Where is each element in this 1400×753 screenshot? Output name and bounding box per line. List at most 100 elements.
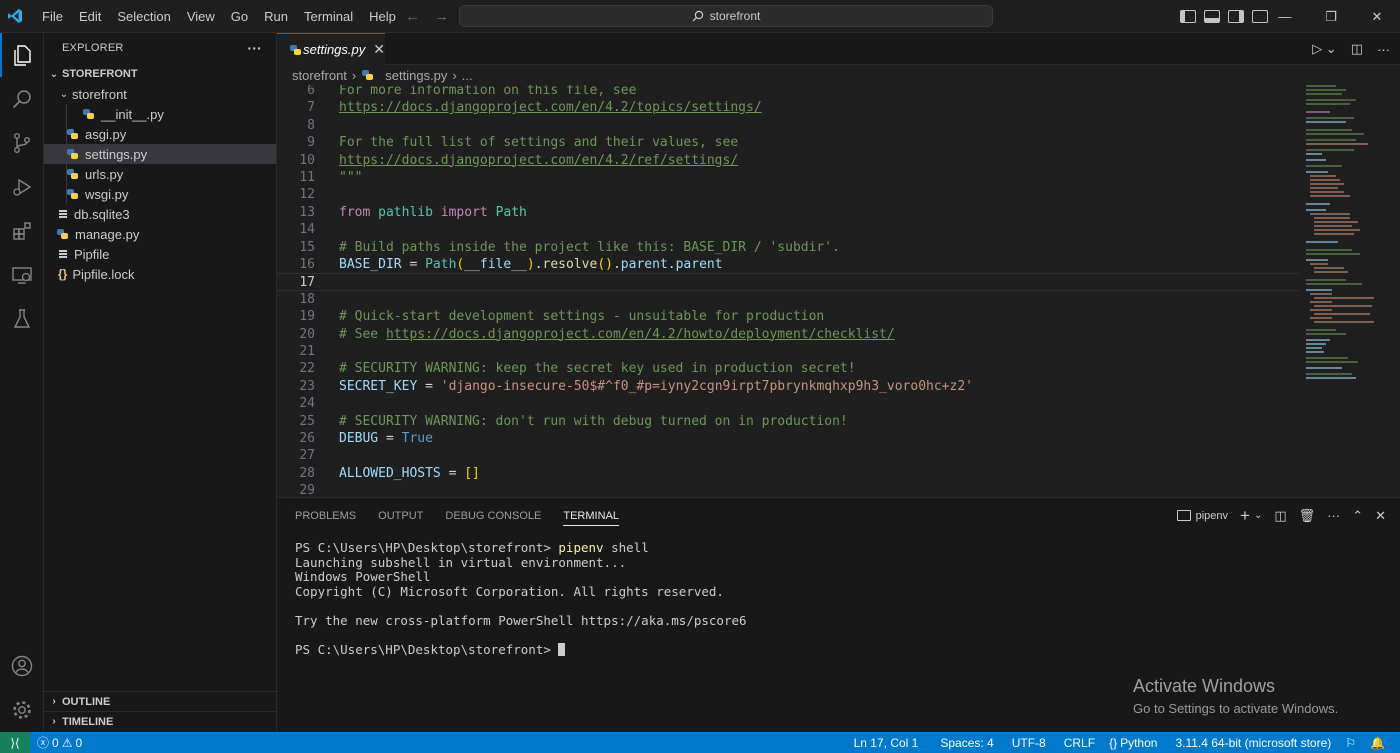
terminal-output[interactable]: PS C:\Users\HP\Desktop\storefront> pipen… (295, 540, 747, 658)
language-mode[interactable]: {} Python (1102, 736, 1164, 750)
tree-item-pipfile-lock[interactable]: {} Pipfile.lock (44, 264, 276, 284)
panel-tabs: PROBLEMS OUTPUT DEBUG CONSOLE TERMINAL (295, 498, 619, 533)
code-line: 22 # SECURITY WARNING: keep the secret ke… (299, 361, 856, 377)
tab-terminal[interactable]: TERMINAL (563, 510, 619, 526)
breadcrumb-folder[interactable]: storefront (292, 68, 347, 83)
close-icon[interactable]: ✕ (373, 41, 385, 58)
language-label: Python (1120, 735, 1158, 750)
panel-actions: pipenv + ⌄ ◫ 🗑 ··· ⌃ ✕ (1176, 498, 1386, 533)
split-editor-icon[interactable]: ◫ (1351, 41, 1363, 57)
minimap[interactable] (1304, 85, 1388, 497)
arrow-right-icon[interactable]: → (434, 8, 449, 25)
line-ending[interactable]: CRLF (1057, 736, 1102, 750)
menu-terminal[interactable]: Terminal (296, 0, 361, 33)
menu-edit[interactable]: Edit (71, 0, 109, 33)
arrow-left-icon[interactable]: ← (405, 8, 420, 25)
maximize-panel-icon[interactable]: ⌃ (1352, 508, 1363, 524)
chevron-down-icon[interactable]: ⌄ (1254, 510, 1262, 521)
search-icon[interactable] (0, 77, 44, 121)
remote-explorer-icon[interactable] (0, 253, 44, 297)
tab-problems[interactable]: PROBLEMS (295, 510, 356, 522)
folder-label: storefront (72, 86, 127, 102)
minimize-icon[interactable]: — (1262, 0, 1308, 33)
split-terminal-icon[interactable]: ◫ (1274, 508, 1286, 524)
extensions-icon[interactable] (0, 209, 44, 253)
terminal-line: Launching subshell in virtual environmen… (295, 554, 627, 570)
tree-item-wsgi[interactable]: wsgi.py (44, 184, 276, 204)
explorer-icon[interactable] (0, 33, 44, 77)
terminal-instance-label: pipenv (1195, 509, 1229, 522)
tree-item-urls[interactable]: urls.py (44, 164, 276, 184)
close-window-icon[interactable]: ✕ (1354, 0, 1400, 33)
tab-debug-console[interactable]: DEBUG CONSOLE (445, 510, 541, 522)
tree-item-init[interactable]: __init__.py (44, 104, 276, 124)
status-bar-right: Ln 17, Col 1 Spaces: 4 UTF-8 CRLF {} Pyt… (847, 732, 1392, 753)
accounts-icon[interactable] (0, 644, 44, 688)
new-terminal-plus-icon[interactable]: + (1240, 506, 1250, 526)
breadcrumb-file[interactable]: settings.py (385, 68, 447, 83)
run-python-file-icon[interactable]: ▷ ⌄ (1312, 41, 1337, 57)
close-panel-icon[interactable]: ✕ (1375, 508, 1386, 524)
menu-file[interactable]: File (34, 0, 71, 33)
vscode-logo-icon (0, 0, 30, 33)
manage-gear-icon[interactable] (0, 688, 44, 732)
feedback-icon[interactable]: ⚐ (1338, 736, 1363, 750)
code-editor[interactable]: 6 For more information on this file, see … (277, 85, 1400, 497)
command-center[interactable]: storefront (459, 5, 993, 27)
outline-section[interactable]: › OUTLINE (44, 691, 276, 711)
tree-item-pipfile[interactable]: Pipfile (44, 244, 276, 264)
more-actions-icon[interactable]: ··· (1327, 508, 1340, 523)
maximize-icon[interactable]: ❐ (1308, 0, 1354, 33)
menu-view[interactable]: View (179, 0, 223, 33)
python-file-icon (289, 44, 302, 56)
tab-settings-py[interactable]: settings.py ✕ (277, 33, 385, 65)
source-control-icon[interactable] (0, 121, 44, 165)
search-icon (692, 10, 703, 22)
tree-item-db[interactable]: db.sqlite3 (44, 204, 276, 224)
encoding[interactable]: UTF-8 (1005, 736, 1053, 750)
menu-go[interactable]: Go (223, 0, 256, 33)
menu-run[interactable]: Run (256, 0, 296, 33)
docs-link[interactable]: https://docs.djangoproject.com/en/4.2/ho… (386, 327, 895, 342)
terminal-icon (1176, 510, 1191, 521)
notifications-bell-icon[interactable]: 🔔 (1363, 736, 1392, 750)
python-interpreter[interactable]: 3.11.4 64-bit (microsoft store) (1168, 736, 1338, 750)
run-debug-icon[interactable] (0, 165, 44, 209)
indent-guide (66, 104, 67, 124)
tree-item-settings[interactable]: settings.py (44, 144, 276, 164)
indentation[interactable]: Spaces: 4 (933, 736, 1000, 750)
code-line: 25 # SECURITY WARNING: don't run with deb… (299, 413, 848, 429)
toggle-secondary-sidebar-icon[interactable] (1228, 10, 1244, 23)
terminal-instance[interactable]: pipenv (1176, 509, 1229, 522)
docs-link[interactable]: https://docs.djangoproject.com/en/4.2/to… (339, 100, 762, 115)
cursor-position[interactable]: Ln 17, Col 1 (847, 736, 926, 750)
breadcrumb-symbol[interactable]: ... (462, 68, 473, 83)
watermark-subtitle: Go to Settings to activate Windows. (1133, 701, 1339, 716)
toggle-primary-sidebar-icon[interactable] (1180, 10, 1196, 23)
menu-help[interactable]: Help (361, 0, 404, 33)
tree-item-manage[interactable]: manage.py (44, 224, 276, 244)
timeline-section[interactable]: › TIMELINE (44, 711, 276, 731)
toggle-panel-icon[interactable] (1204, 10, 1220, 23)
menu-selection[interactable]: Selection (109, 0, 178, 33)
more-actions-icon[interactable]: ··· (1377, 42, 1390, 57)
more-actions-icon[interactable]: ··· (247, 40, 262, 56)
chevron-right-icon: › (351, 67, 357, 83)
terminal-prompt: PS C:\Users\HP\Desktop\storefront> (295, 540, 559, 555)
trash-icon[interactable]: 🗑 (1299, 508, 1316, 524)
workspace-root[interactable]: ⌄ STOREFRONT (44, 64, 276, 84)
folder-storefront[interactable]: ⌄ storefront (44, 84, 276, 104)
docs-link[interactable]: https://docs.djangoproject.com/en/4.2/re… (339, 153, 738, 168)
tree-item-asgi[interactable]: asgi.py (44, 124, 276, 144)
status-bar: ⟩⟨ ⓧ 0 ⚠ 0 Ln 17, Col 1 Spaces: 4 UTF-8 … (0, 732, 1400, 753)
python-file-icon (66, 188, 80, 200)
tab-output[interactable]: OUTPUT (378, 510, 423, 522)
tree-item-label: settings.py (85, 146, 148, 162)
testing-icon[interactable] (0, 297, 44, 341)
warning-count: 0 (75, 735, 83, 750)
tree-item-label: Pipfile.lock (72, 266, 135, 282)
python-file-icon (82, 108, 96, 120)
problems-status[interactable]: ⓧ 0 ⚠ 0 (30, 734, 89, 751)
terminal-line: Windows PowerShell (295, 569, 431, 585)
remote-indicator-icon[interactable]: ⟩⟨ (0, 732, 30, 753)
